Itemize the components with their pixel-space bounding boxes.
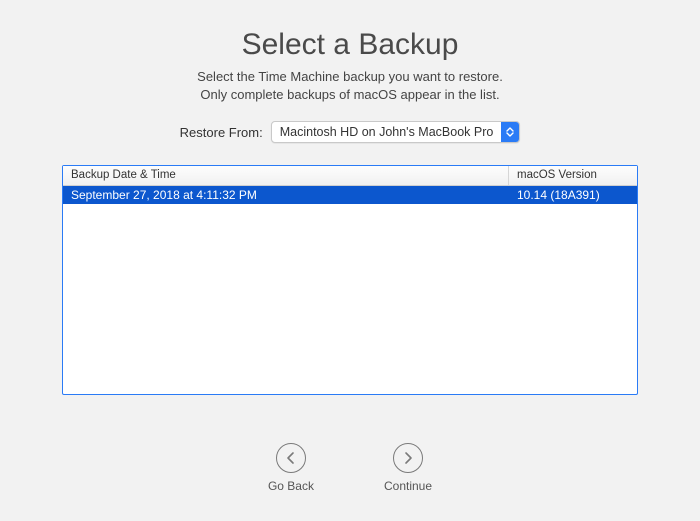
continue-button[interactable]: Continue bbox=[384, 443, 432, 493]
restore-from-label: Restore From: bbox=[180, 125, 263, 140]
footer-buttons: Go Back Continue bbox=[268, 443, 432, 493]
cell-date: September 27, 2018 at 4:11:32 PM bbox=[63, 188, 509, 202]
list-header: Backup Date & Time macOS Version bbox=[63, 166, 637, 186]
arrow-right-icon bbox=[393, 443, 423, 473]
column-header-date[interactable]: Backup Date & Time bbox=[63, 166, 509, 185]
table-row[interactable]: September 27, 2018 at 4:11:32 PM 10.14 (… bbox=[63, 186, 637, 204]
page-title: Select a Backup bbox=[242, 28, 459, 62]
restore-from-value: Macintosh HD on John's MacBook Pro bbox=[272, 125, 502, 139]
stepper-arrows-icon bbox=[501, 121, 519, 143]
go-back-label: Go Back bbox=[268, 479, 314, 493]
subtitle-line-2: Only complete backups of macOS appear in… bbox=[197, 86, 503, 104]
subtitle-line-1: Select the Time Machine backup you want … bbox=[197, 68, 503, 86]
arrow-left-icon bbox=[276, 443, 306, 473]
restore-from-select[interactable]: Macintosh HD on John's MacBook Pro bbox=[271, 121, 521, 143]
page-subtitle: Select the Time Machine backup you want … bbox=[197, 68, 503, 103]
list-body: September 27, 2018 at 4:11:32 PM 10.14 (… bbox=[63, 186, 637, 394]
restore-from-row: Restore From: Macintosh HD on John's Mac… bbox=[180, 121, 521, 143]
column-header-version[interactable]: macOS Version bbox=[509, 166, 637, 185]
go-back-button[interactable]: Go Back bbox=[268, 443, 314, 493]
cell-version: 10.14 (18A391) bbox=[509, 188, 637, 202]
continue-label: Continue bbox=[384, 479, 432, 493]
backup-list: Backup Date & Time macOS Version Septemb… bbox=[62, 165, 638, 395]
